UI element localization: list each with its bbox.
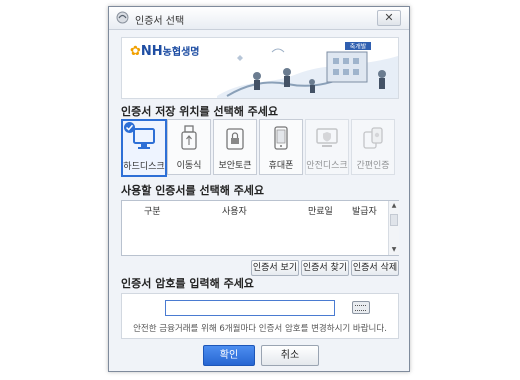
cert-table[interactable]: 구분 사용자 만료일 발급자 ▲ ▼ (121, 200, 399, 256)
password-heading: 인증서 암호를 입력해 주세요 (121, 277, 254, 290)
close-icon: ✕ (384, 11, 394, 24)
scroll-up-icon[interactable]: ▲ (389, 202, 399, 209)
scroll-thumb[interactable] (390, 214, 398, 226)
lock-token-icon (226, 128, 244, 150)
virtual-keyboard-icon[interactable] (352, 301, 370, 314)
device-label: 휴대폰 (268, 161, 294, 171)
device-easy-auth: 간편인증 (351, 119, 395, 175)
password-panel: 안전한 금융거래를 위해 6개월마다 인증서 암호를 변경하시기 바랍니다. (121, 293, 399, 339)
storage-device-list: 하드디스크 이동식 보안토큰 휴대폰 안전디스크 간편인증 (121, 119, 397, 177)
device-harddisk[interactable]: 하드디스크 (121, 119, 167, 177)
device-security-token[interactable]: 보안토큰 (213, 119, 257, 175)
app-icon (116, 11, 129, 24)
view-cert-button[interactable]: 인증서 보기 (251, 260, 299, 276)
device-safe-disk: 안전디스크 (305, 119, 349, 175)
column-header-type[interactable]: 구분 (144, 204, 161, 217)
storage-heading: 인증서 저장 위치를 선택해 주세요 (121, 105, 278, 118)
device-label: 안전디스크 (306, 161, 348, 171)
device-label: 간편인증 (356, 161, 390, 171)
close-button[interactable]: ✕ (377, 10, 401, 26)
column-header-expiry[interactable]: 만료일 (308, 204, 333, 217)
usb-icon (181, 125, 197, 150)
device-mobile-phone[interactable]: 휴대폰 (259, 119, 303, 175)
cert-heading: 사용할 인증서를 선택해 주세요 (121, 184, 265, 197)
device-label: 이동식 (176, 161, 202, 171)
cancel-button[interactable]: 취소 (261, 345, 319, 366)
column-header-issuer[interactable]: 발급자 (352, 204, 377, 217)
window-title: 인증서 선택 (135, 16, 185, 27)
banner-sign: 축개발 (350, 43, 367, 51)
safe-disk-icon (316, 128, 338, 147)
monitor-icon (133, 128, 155, 149)
find-cert-button[interactable]: 인증서 찾기 (301, 260, 349, 276)
password-input[interactable] (165, 300, 335, 316)
nh-logo: ✿NH농협생명 (130, 44, 200, 59)
brand-banner: ✿NH농협생명 축개발 (121, 37, 399, 99)
certificate-dialog: 인증서 선택 ✕ ✿NH농협생명 축개발 인증서 저장 위치를 선택해 주세요 (108, 6, 410, 372)
title-bar: 인증서 선택 ✕ (109, 7, 409, 30)
password-notice: 안전한 금융거래를 위해 6개월마다 인증서 암호를 변경하시기 바랍니다. (133, 324, 387, 334)
confirm-button[interactable]: 확인 (203, 345, 255, 366)
cert-table-scrollbar[interactable]: ▲ ▼ (388, 201, 399, 255)
banner-illustration: 축개발 (217, 42, 398, 98)
device-label: 하드디스크 (123, 162, 165, 172)
device-removable[interactable]: 이동식 (167, 119, 211, 175)
scroll-down-icon[interactable]: ▼ (389, 246, 399, 253)
easy-auth-icon (363, 127, 383, 149)
column-header-user[interactable]: 사용자 (222, 204, 247, 217)
device-label: 보안토큰 (218, 161, 252, 171)
delete-cert-button[interactable]: 인증서 삭제 (351, 260, 399, 276)
phone-icon (274, 126, 288, 150)
